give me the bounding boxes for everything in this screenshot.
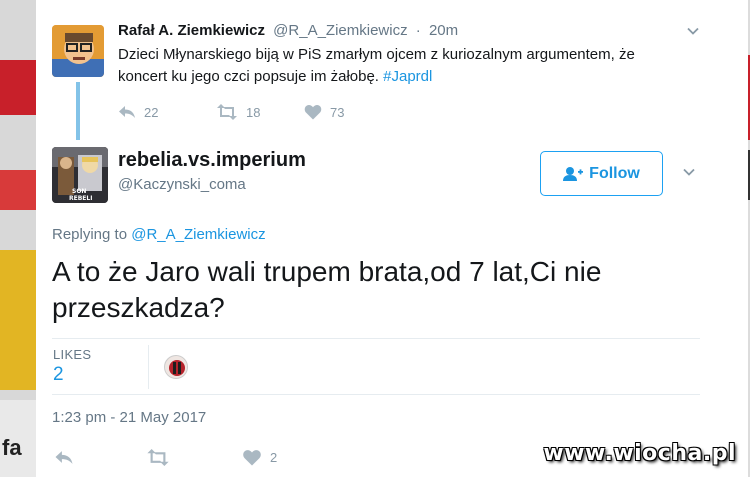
background-block [0,250,40,390]
separator: · [415,22,421,39]
retweet-button[interactable] [146,447,170,467]
replying-prefix: Replying to [52,226,128,243]
liker-avatar[interactable] [164,355,188,379]
tweet-time[interactable]: 20m [429,22,458,39]
tweet-card: Rafał A. Ziemkiewicz @R_A_Ziemkiewicz · … [36,0,748,477]
avatar[interactable] [52,25,104,77]
like-button[interactable]: 2 [242,447,277,467]
follow-button[interactable]: Follow [540,151,663,196]
parent-tweet-text: Dzieci Młynarskiego biją w PiS zmarłym o… [118,44,678,88]
chevron-down-icon[interactable] [682,165,696,179]
author-handle[interactable]: @R_A_Ziemkiewicz [273,22,407,39]
stats-divider [148,345,149,389]
svg-text:SON: SON [72,188,86,195]
parent-tweet-header: Rafał A. Ziemkiewicz @R_A_Ziemkiewicz · … [118,22,458,39]
hashtag-link[interactable]: #Japrdl [383,68,432,85]
tweet-stats: LIKES 2 [52,338,700,395]
avatar[interactable]: SON REBELI [52,147,108,203]
follow-label: Follow [589,164,640,182]
reply-count: 22 [144,104,159,120]
heart-icon [243,449,261,465]
background-block [0,60,40,115]
reply-button[interactable] [54,447,74,467]
retweet-button[interactable]: 18 [216,102,260,122]
background-fragment-text: fa [2,435,22,460]
like-count: 73 [330,104,345,120]
retweet-icon [217,104,237,120]
chevron-down-icon[interactable] [686,24,700,38]
reply-icon [55,450,73,464]
tweet-timestamp[interactable]: 1:23 pm - 21 May 2017 [52,409,206,426]
author-name[interactable]: Rafał A. Ziemkiewicz [118,22,265,39]
retweet-icon [147,448,169,466]
tweet-text: A to że Jaro wali trupem brata,od 7 lat,… [52,256,602,323]
follow-user-icon [563,166,584,181]
likes-label[interactable]: LIKES [53,347,91,362]
svg-text:REBELI: REBELI [69,195,92,202]
like-button[interactable]: 73 [304,102,344,122]
retweet-count: 18 [246,104,261,120]
background-page-left: fa [0,0,40,477]
likes-count[interactable]: 2 [53,364,64,386]
like-count: 2 [270,449,278,465]
heart-icon [304,105,322,120]
tweet-text: Dzieci Młynarskiego biją w PiS zmarłym o… [118,46,635,85]
background-block [0,170,40,210]
replying-to-link[interactable]: @R_A_Ziemkiewicz [131,226,265,243]
author-handle[interactable]: @Kaczynski_coma [118,176,246,193]
author-name[interactable]: rebelia.vs.imperium [118,149,306,172]
replying-to: Replying to @R_A_Ziemkiewicz [52,226,266,243]
parent-tweet[interactable]: Rafał A. Ziemkiewicz @R_A_Ziemkiewicz · … [36,0,748,140]
reply-button[interactable]: 22 [118,102,158,122]
thread-line [76,82,80,140]
watermark: www.wiocha.pl [543,441,736,466]
reply-icon [119,106,135,118]
